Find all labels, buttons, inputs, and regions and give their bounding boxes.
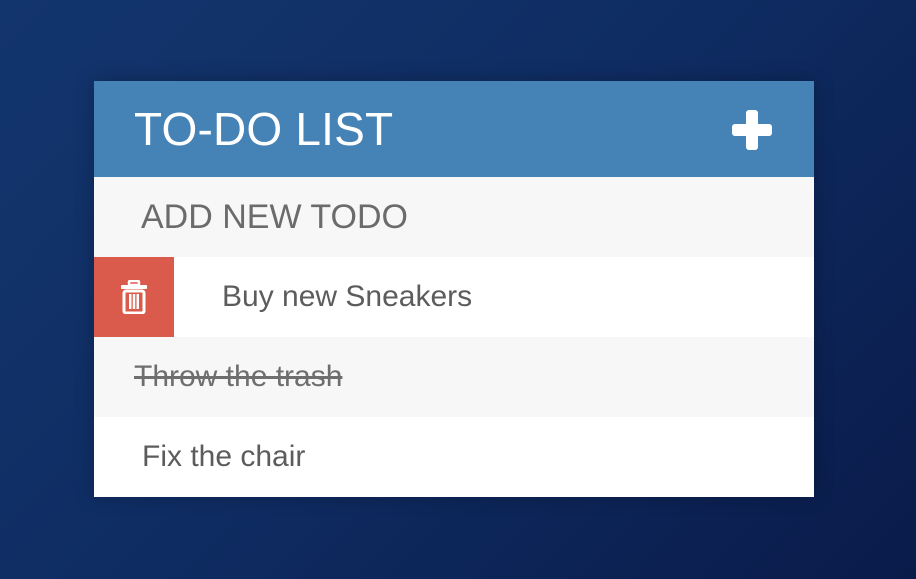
todo-list: Buy new Sneakers Throw the trash Fix the…	[94, 257, 814, 497]
trash-icon	[121, 280, 147, 314]
todo-header: TO-DO LIST	[94, 81, 814, 177]
delete-todo-button[interactable]	[94, 257, 174, 337]
new-todo-input[interactable]	[94, 177, 814, 257]
todo-text: Buy new Sneakers	[222, 280, 473, 313]
todo-item[interactable]: Buy new Sneakers	[94, 257, 814, 337]
todo-item[interactable]: Fix the chair	[94, 417, 814, 497]
todo-text-completed: Throw the trash	[134, 360, 343, 393]
todo-item[interactable]: Throw the trash	[94, 337, 814, 417]
todo-text: Fix the chair	[142, 440, 306, 473]
todo-card: TO-DO LIST Buy new Sneakers	[94, 81, 814, 497]
page-title: TO-DO LIST	[134, 103, 394, 155]
new-todo-row	[94, 177, 814, 257]
add-todo-button[interactable]	[730, 108, 774, 152]
